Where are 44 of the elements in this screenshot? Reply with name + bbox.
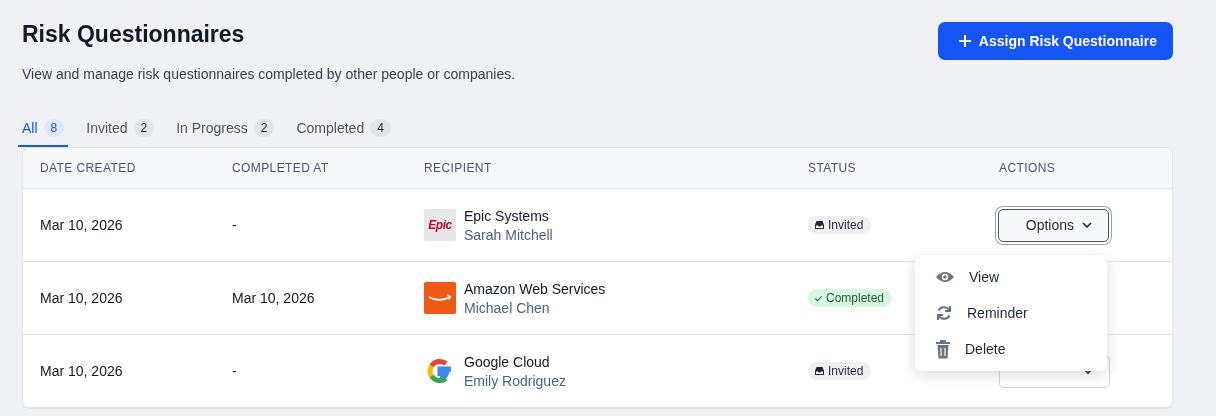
page-title: Risk Questionnaires xyxy=(22,21,246,47)
refresh-icon xyxy=(935,304,953,322)
logo: Epic xyxy=(424,209,456,241)
table-cell: - xyxy=(232,363,237,379)
column-header: STATUS xyxy=(808,161,857,175)
smile-arrow-logo xyxy=(424,282,456,314)
column-header: RECIPIENT xyxy=(424,161,493,175)
count-badge: 2 xyxy=(253,119,275,137)
person-name: Emily Rodriguez xyxy=(464,372,566,389)
check-icon xyxy=(814,293,823,303)
table-cell: Mar 10, 2026 xyxy=(40,363,123,379)
column-header: DATE CREATED xyxy=(40,161,137,175)
status-badge: Invited xyxy=(808,216,872,234)
table-cell: Mar 10, 2026 xyxy=(40,290,123,306)
table-cell: Mar 10, 2026 xyxy=(232,290,315,306)
menu-item[interactable]: Delete xyxy=(915,331,1107,367)
page-subtitle: View and manage risk questionnaires completed by other people or companies. xyxy=(22,66,516,82)
column-header: COMPLETED AT xyxy=(232,161,330,175)
menu-item[interactable]: Reminder xyxy=(915,295,1107,331)
column-header: ACTIONS xyxy=(999,161,1057,175)
filter-tab[interactable]: Invited 2 xyxy=(82,115,159,147)
table-cell: Mar 10, 2026 xyxy=(40,217,123,233)
filter-tab[interactable]: Completed 4 xyxy=(292,115,395,147)
inbox-icon xyxy=(814,220,825,230)
eye-icon xyxy=(935,270,955,284)
assign-button[interactable]: Assign Risk Questionnaire xyxy=(937,22,1173,60)
plus-icon xyxy=(957,34,972,48)
chevron-down-icon xyxy=(1082,222,1092,228)
table-cell: - xyxy=(232,217,237,233)
trash-icon xyxy=(935,339,951,359)
company-name: Google Cloud xyxy=(464,353,551,370)
options-button[interactable]: Options xyxy=(998,208,1109,242)
person-name: Michael Chen xyxy=(464,299,551,316)
status-badge: Invited xyxy=(808,362,872,380)
status-badge: Completed xyxy=(808,289,893,307)
count-badge: 2 xyxy=(133,119,155,137)
company-name: Epic Systems xyxy=(464,207,550,224)
company-name: Amazon Web Services xyxy=(464,280,606,297)
menu-item[interactable]: View xyxy=(915,259,1107,295)
count-badge: 4 xyxy=(370,119,391,137)
person-name: Sarah Mitchell xyxy=(464,226,553,243)
inbox-icon xyxy=(814,366,825,376)
filter-tab[interactable]: In Progress 2 xyxy=(172,115,279,147)
count-badge: 8 xyxy=(43,119,65,137)
